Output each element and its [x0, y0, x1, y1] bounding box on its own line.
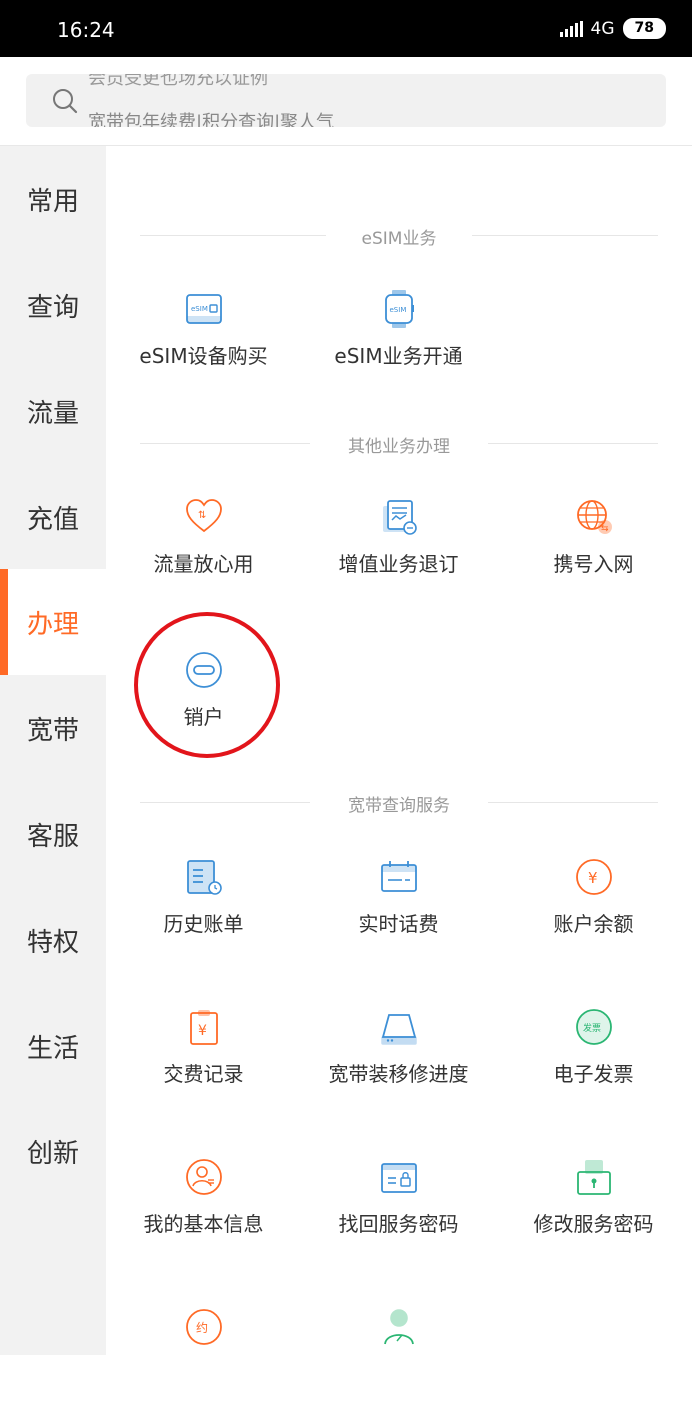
password-card-icon: [381, 1163, 417, 1193]
sidebar-item-label: 流量: [26, 398, 79, 429]
sidebar-item-label: 充值: [26, 504, 79, 535]
status-time: 16:24: [57, 18, 115, 42]
svg-text:eSIM: eSIM: [191, 305, 208, 313]
section-title: 其他业务办理: [348, 437, 450, 457]
search-icon: [53, 89, 78, 114]
svg-text:发票: 发票: [583, 1022, 601, 1034]
globe-icon: ⇆: [577, 500, 612, 534]
network-type: 4G: [590, 18, 615, 39]
section-title: eSIM业务: [361, 229, 437, 249]
esim-card-icon: eSIM: [186, 294, 222, 324]
service-broadband-progress[interactable]: 宽带装移修进度: [301, 1008, 496, 1108]
service-history-bill[interactable]: 历史账单: [106, 858, 301, 958]
service-vas-unsubscribe[interactable]: 增值业务退订: [301, 498, 496, 598]
svg-text:⇆: ⇆: [601, 524, 609, 534]
service-retrieve-password[interactable]: 找回服务密码: [301, 1158, 496, 1258]
status-bar: 16:24 4G 78: [0, 0, 692, 57]
sidebar-item-label: 常用: [26, 186, 79, 217]
service-label: 实时话费: [358, 912, 439, 936]
bill-icon: [187, 860, 222, 895]
service-label: 交费记录: [163, 1062, 244, 1086]
esim-watch-icon: eSIM: [385, 290, 414, 328]
document-icon: [383, 500, 417, 535]
service-label: 宽带装移修进度: [328, 1062, 469, 1086]
svg-text:¥: ¥: [198, 1023, 207, 1039]
sidebar-item-label: 宽带: [26, 715, 79, 746]
service-basic-info[interactable]: 我的基本信息: [106, 1158, 301, 1258]
service-change-password[interactable]: 修改服务密码: [496, 1158, 691, 1258]
sidebar-item-label: 办理: [26, 609, 79, 640]
service-label: 电子发票: [553, 1062, 634, 1086]
heart-data-icon: ⇅: [186, 499, 222, 533]
service-e-invoice[interactable]: 发票 电子发票: [496, 1008, 691, 1108]
service-label: eSIM设备购买: [139, 344, 268, 368]
appointment-icon: 约: [186, 1309, 222, 1345]
highlight-circle: [134, 612, 280, 758]
svg-text:eSIM: eSIM: [390, 306, 407, 314]
svg-text:⇅: ⇅: [198, 510, 206, 521]
service-label: 流量放心用: [153, 552, 254, 576]
service-label: 修改服务密码: [533, 1212, 654, 1236]
service-label: 我的基本信息: [143, 1212, 264, 1236]
clipboard-yen-icon: ¥: [190, 1010, 218, 1045]
calendar-card-icon: [381, 861, 417, 892]
sidebar-item-service[interactable]: 客服: [0, 781, 106, 887]
sidebar-item-label: 创新: [26, 1138, 79, 1169]
sidebar-item-label: 客服: [26, 821, 79, 852]
search-hint: 宽带包年续费|积分查询|聚人气: [88, 112, 335, 127]
category-sidebar: 常用 查询 流量 充值 办理 宽带 客服 特权 生活 创新: [0, 146, 106, 1355]
sidebar-item-privilege[interactable]: 特权: [0, 887, 106, 993]
sidebar-item-life[interactable]: 生活: [0, 993, 106, 1099]
service-label: eSIM业务开通: [334, 344, 463, 368]
service-label: 历史账单: [163, 912, 244, 936]
search-hint-previous: 会员受更也场充以证例: [88, 74, 268, 89]
section-title: 宽带查询服务: [348, 796, 450, 816]
yen-circle-icon: ¥: [576, 859, 612, 895]
service-esim-activate[interactable]: eSIM eSIM业务开通: [301, 290, 496, 390]
battery-icon: 78: [622, 18, 666, 39]
search-input[interactable]: 会员受更也场充以证例 宽带包年续费|积分查询|聚人气: [26, 74, 666, 127]
service-account-balance[interactable]: ¥ 账户余额: [496, 858, 691, 958]
service-payment-records[interactable]: ¥ 交费记录: [106, 1008, 301, 1108]
section-header: eSIM业务: [140, 224, 658, 249]
sidebar-item-common[interactable]: 常用: [0, 146, 106, 252]
service-data-worry-free[interactable]: ⇅ 流量放心用: [106, 498, 301, 598]
search-bar-container: 会员受更也场充以证例 宽带包年续费|积分查询|聚人气: [0, 57, 692, 146]
svg-text:约: 约: [196, 1320, 208, 1335]
router-icon: [381, 1014, 417, 1045]
sidebar-item-recharge[interactable]: 充值: [0, 464, 106, 570]
service-label: 携号入网: [553, 552, 634, 576]
service-label: 找回服务密码: [338, 1212, 459, 1236]
section-header: 宽带查询服务: [140, 791, 658, 816]
status-right: 4G 78: [559, 18, 666, 39]
sidebar-item-handle[interactable]: 办理: [0, 569, 106, 675]
service-label: 账户余额: [553, 912, 634, 936]
service-appointment[interactable]: 约: [106, 1308, 301, 1408]
sidebar-item-label: 生活: [26, 1033, 79, 1064]
svg-text:¥: ¥: [588, 869, 598, 887]
sidebar-item-label: 特权: [26, 927, 79, 958]
service-profile-edit[interactable]: [301, 1308, 496, 1408]
service-content: eSIM业务 eSIM eSIM设备购买 eSIM eSIM业务开通 其他业务办…: [106, 146, 692, 1355]
sidebar-item-label: 查询: [26, 292, 79, 323]
sidebar-item-innovation[interactable]: 创新: [0, 1098, 106, 1204]
sidebar-item-data[interactable]: 流量: [0, 358, 106, 464]
signal-icon: [559, 20, 583, 37]
lock-icon: [577, 1160, 611, 1195]
service-number-portability[interactable]: ⇆ 携号入网: [496, 498, 691, 598]
sidebar-item-broadband[interactable]: 宽带: [0, 675, 106, 781]
service-realtime-charges[interactable]: 实时话费: [301, 858, 496, 958]
sidebar-item-query[interactable]: 查询: [0, 252, 106, 358]
invoice-stamp-icon: 发票: [576, 1009, 612, 1045]
person-edit-icon: [384, 1309, 414, 1345]
section-header: 其他业务办理: [140, 432, 658, 457]
service-label: 增值业务退订: [338, 552, 459, 576]
service-esim-device-buy[interactable]: eSIM eSIM设备购买: [106, 290, 301, 390]
user-circle-icon: [186, 1159, 222, 1195]
